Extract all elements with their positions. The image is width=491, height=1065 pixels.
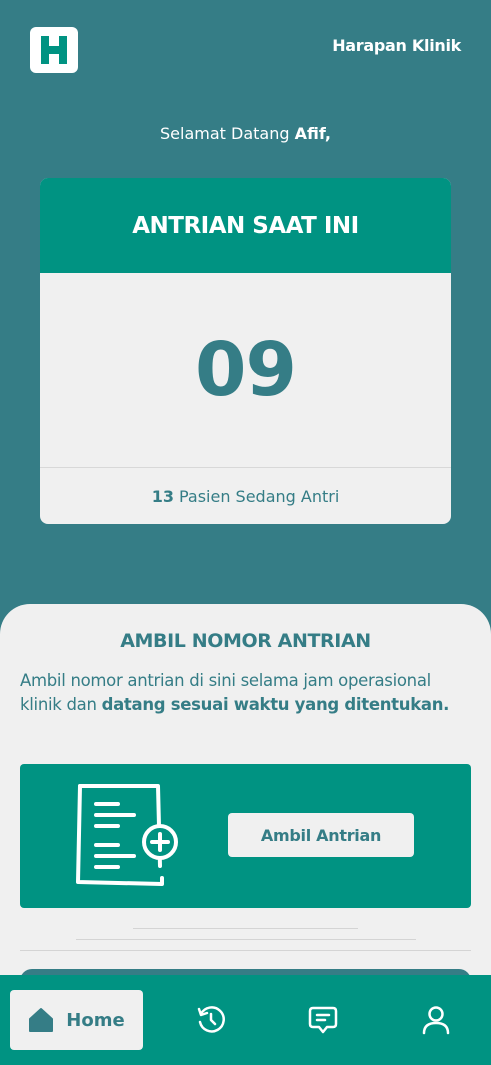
user-name: Afif, (294, 124, 331, 143)
bottom-navigation: Home (0, 975, 491, 1065)
clinic-name: Harapan Klinik (332, 36, 461, 55)
user-icon[interactable] (421, 1005, 451, 1035)
clinic-logo: H (30, 27, 78, 73)
divider (20, 950, 471, 951)
home-icon (29, 1008, 54, 1032)
section-title: AMBIL NOMOR ANTRIAN (120, 630, 371, 652)
document-add-icon (76, 784, 178, 886)
current-queue-card: ANTRIAN SAAT INI 09 13 Pasien Sedang Ant… (40, 178, 451, 524)
nav-home[interactable]: Home (10, 990, 143, 1050)
nav-home-label: Home (66, 1009, 125, 1031)
divider (76, 939, 416, 940)
queue-card-title: ANTRIAN SAAT INI (40, 178, 451, 273)
take-number-card: Ambil Antrian (20, 764, 471, 908)
welcome-message: Selamat Datang Afif, (0, 124, 491, 143)
waiting-patients: 13 Pasien Sedang Antri (40, 468, 451, 524)
chat-icon[interactable] (308, 1005, 338, 1035)
description-bold: datang sesuai waktu yang ditentukan. (101, 695, 450, 714)
hospital-h-icon (41, 36, 67, 64)
divider (133, 928, 358, 929)
history-icon[interactable] (196, 1005, 226, 1035)
waiting-count: 13 (151, 486, 174, 506)
take-queue-button[interactable]: Ambil Antrian (228, 813, 414, 857)
waiting-label: Pasien Sedang Antri (178, 486, 340, 506)
greeting-text: Selamat Datang (160, 124, 290, 143)
section-description: Ambil nomor antrian di sini selama jam o… (20, 669, 471, 717)
current-queue-number: 09 (40, 273, 451, 468)
